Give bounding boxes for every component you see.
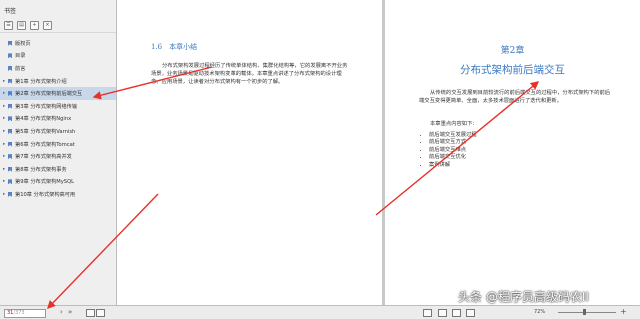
bookmark-label: 第1章 分布式架构介绍 bbox=[15, 78, 67, 85]
bookmark-label: 前言 bbox=[15, 65, 26, 72]
bookmark-icon bbox=[8, 166, 12, 172]
bookmark-label: 第10章 分布式架构高可用 bbox=[15, 191, 76, 198]
expand-arrow-icon[interactable]: ▸ bbox=[3, 129, 8, 134]
expand-bookmark-icon[interactable]: ▤ bbox=[17, 20, 26, 30]
bookmark-label: 第8章 分布式架构事务 bbox=[15, 166, 67, 173]
bookmark-label: 第7章 分布式架构高并发 bbox=[15, 154, 72, 161]
bookmark-item[interactable]: ▸ 第10章 分布式架构高可用 bbox=[0, 188, 116, 201]
add-bookmark-icon[interactable]: + bbox=[30, 20, 39, 30]
bookmark-label: 目录 bbox=[15, 53, 26, 60]
bookmark-icon bbox=[8, 65, 12, 71]
bookmark-item[interactable]: ▸ 第5章 分布式架构Varnish bbox=[0, 125, 116, 138]
zoom-in-icon[interactable]: + bbox=[620, 307, 627, 316]
bookmark-icon bbox=[8, 91, 12, 97]
bookmark-sidebar: 书签 ☰ ▤ + × 版权页 目录 前言 ▸ 第1章 分布式架构介绍 ▸ 第2章 分… bbox=[0, 0, 117, 305]
status-bar: 31/373 › » 72% + bbox=[0, 305, 640, 319]
last-page-icon[interactable]: » bbox=[68, 308, 72, 316]
bookmark-item[interactable]: ▸ 第1章 分布式架构介绍 bbox=[0, 75, 116, 88]
double-page-icon[interactable] bbox=[452, 309, 461, 317]
bookmark-item-selected[interactable]: ▸ 第2章 分布式架构前后端交互 bbox=[0, 87, 116, 100]
expand-arrow-icon[interactable]: ▸ bbox=[3, 104, 8, 109]
read-mode-icon[interactable] bbox=[423, 309, 432, 317]
bookmark-label: 第5章 分布式架构Varnish bbox=[15, 128, 76, 135]
sidebar-toggle-icon[interactable] bbox=[86, 309, 95, 317]
expand-arrow-icon[interactable]: ▸ bbox=[3, 192, 8, 197]
sidebar-toolbar: ☰ ▤ + × bbox=[0, 18, 116, 33]
right-page: 第2章 分布式架构前后端交互 从传统的交互发展到目前较流行的前后端交互的过程中，… bbox=[385, 0, 640, 305]
bookmark-icon bbox=[8, 128, 12, 134]
bookmark-label: 第3章 分布式架构网络传输 bbox=[15, 103, 78, 110]
bookmark-item[interactable]: 前言 bbox=[0, 62, 116, 75]
bookmark-icon bbox=[8, 191, 12, 197]
bookmark-icon bbox=[8, 78, 12, 84]
section-title: 1.6 本章小结 bbox=[151, 43, 198, 51]
bookmark-list: 版权页 目录 前言 ▸ 第1章 分布式架构介绍 ▸ 第2章 分布式架构前后端交互 ▸… bbox=[0, 33, 116, 201]
bookmark-item[interactable]: ▸ 第8章 分布式架构事务 bbox=[0, 163, 116, 176]
list-item: 前后端交互方式 bbox=[429, 139, 477, 146]
continuous-page-icon[interactable] bbox=[466, 309, 475, 317]
zoom-slider[interactable] bbox=[558, 312, 616, 313]
bookmark-label: 版权页 bbox=[15, 40, 31, 47]
key-points-list: 前后端交互发展过程 前后端交互方式 前后端交互难点 前后端交互优化 案例讲解 bbox=[421, 132, 477, 169]
bookmark-label: 第9章 分布式架构MySQL bbox=[15, 179, 75, 186]
sidebar-list-icon[interactable] bbox=[96, 309, 105, 317]
bookmark-options-icon[interactable]: ☰ bbox=[4, 20, 13, 30]
expand-arrow-icon[interactable]: ▸ bbox=[3, 142, 8, 147]
left-page: 1.6 本章小结 分布式架构发展过程经历了传统单体结构、集群化结构等，它的发展离… bbox=[117, 0, 382, 305]
bookmark-label: 第4章 分布式架构Nginx bbox=[15, 116, 72, 123]
list-item: 前后端交互优化 bbox=[429, 154, 477, 161]
bookmark-item[interactable]: ▸ 第7章 分布式架构高并发 bbox=[0, 150, 116, 163]
page-number-input[interactable]: 31/373 bbox=[4, 309, 46, 318]
expand-arrow-icon[interactable]: ▸ bbox=[3, 179, 8, 184]
page-total: /373 bbox=[13, 310, 25, 316]
chapter-intro: 从传统的交互发展到目前较流行的前后端交互的过程中，分布式架构下的前后端交互变得更… bbox=[419, 90, 611, 104]
bookmark-item[interactable]: ▸ 第4章 分布式架构Nginx bbox=[0, 113, 116, 126]
expand-arrow-icon[interactable]: ▸ bbox=[3, 91, 8, 96]
bookmark-label: 第2章 分布式架构前后端交互 bbox=[15, 91, 83, 98]
summary-paragraph: 分布式架构发展过程经历了传统单体结构、集群化结构等，它的发展离不开业务场景，业务… bbox=[151, 63, 348, 85]
document-view[interactable]: 1.6 本章小结 分布式架构发展过程经历了传统单体结构、集群化结构等，它的发展离… bbox=[117, 0, 640, 305]
expand-arrow-icon[interactable]: ▸ bbox=[3, 154, 8, 159]
bookmark-icon bbox=[8, 53, 12, 59]
bookmark-icon bbox=[8, 141, 12, 147]
zoom-slider-handle[interactable] bbox=[583, 309, 586, 315]
bookmark-icon bbox=[8, 154, 12, 160]
bookmark-icon bbox=[8, 40, 12, 46]
sidebar-title: 书签 bbox=[4, 8, 17, 15]
list-item: 案例讲解 bbox=[429, 162, 477, 169]
expand-arrow-icon[interactable]: ▸ bbox=[3, 167, 8, 172]
expand-arrow-icon[interactable]: ▸ bbox=[3, 116, 8, 121]
bookmark-icon bbox=[8, 116, 12, 122]
zoom-level[interactable]: 72% bbox=[534, 309, 545, 315]
focus-heading: 本章重点内容如下： bbox=[430, 121, 478, 127]
delete-bookmark-icon[interactable]: × bbox=[43, 20, 52, 30]
next-page-icon[interactable]: › bbox=[60, 308, 63, 316]
bookmark-item[interactable]: ▸ 第9章 分布式架构MySQL bbox=[0, 176, 116, 189]
bookmark-item[interactable]: ▸ 第6章 分布式架构Tomcat bbox=[0, 138, 116, 151]
bookmark-icon bbox=[8, 103, 12, 109]
bookmark-icon bbox=[8, 179, 12, 185]
bookmark-item[interactable]: ▸ 第3章 分布式架构网络传输 bbox=[0, 100, 116, 113]
chapter-title: 分布式架构前后端交互 bbox=[460, 64, 565, 76]
expand-arrow-icon[interactable]: ▸ bbox=[3, 79, 8, 84]
bookmark-item[interactable]: 版权页 bbox=[0, 37, 116, 50]
bookmark-label: 第6章 分布式架构Tomcat bbox=[15, 141, 75, 148]
bookmark-item[interactable]: 目录 bbox=[0, 50, 116, 63]
chapter-number: 第2章 bbox=[500, 46, 525, 56]
single-page-icon[interactable] bbox=[438, 309, 447, 317]
watermark-text: 头条 @程序员高级码农II bbox=[458, 290, 589, 304]
